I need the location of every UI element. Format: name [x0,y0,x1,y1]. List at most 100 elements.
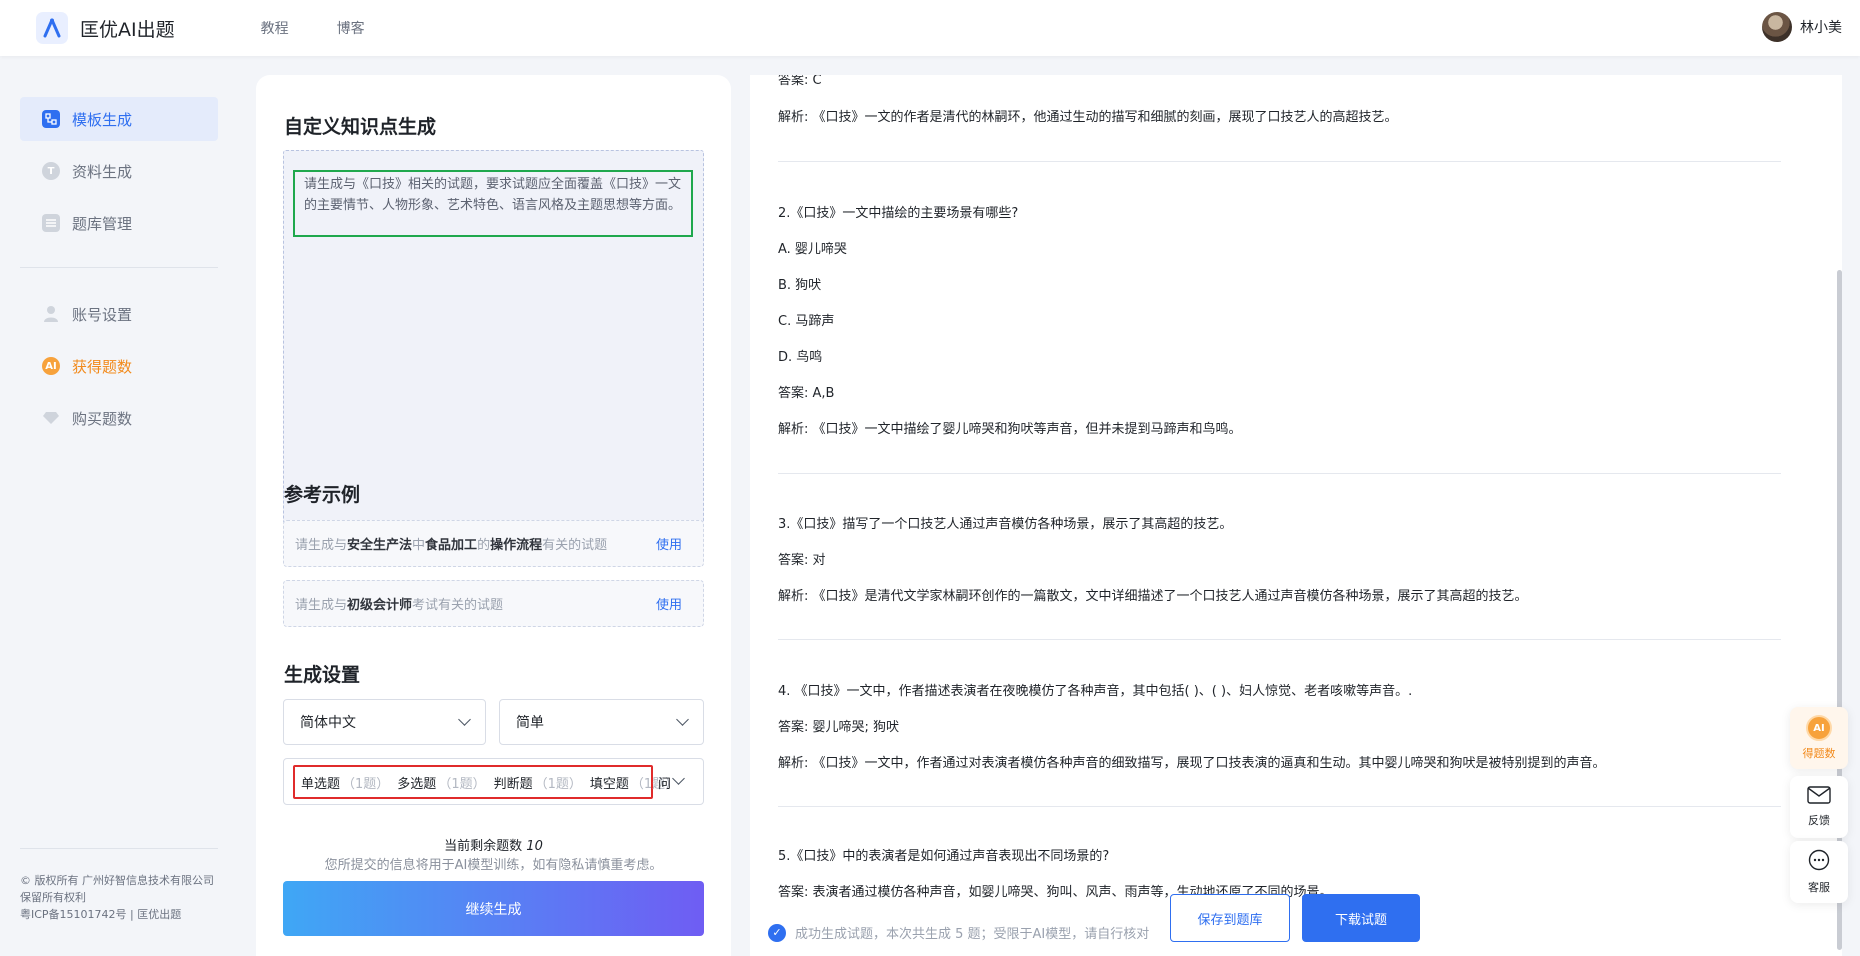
privacy-notice: 您所提交的信息将用于AI模型训练，如有隐私请慎重考虑。 [324,858,663,873]
app-title: 匡优AI出题 [80,18,175,41]
continue-generate-button[interactable]: 继续生成 [283,881,704,936]
q4-answer: 答案: 婴儿啼哭; 狗吠 [778,720,900,735]
top-bar: 匡优AI出题 教程 博客 林小美 [0,0,1860,56]
example-text: 有关的试题 [542,538,608,553]
float-label: 反馈 [1808,814,1830,827]
ai-badge-icon: AI [42,357,60,375]
sidebar-item-label: 获得题数 [72,357,133,376]
example-item-1: 请生成与 安全生产法中食品加工的操作流程 有关的试题 使用 [283,520,704,567]
copyright-text: © 版权所有 广州好智信息技术有限公司 [20,874,214,887]
type-count: （1题） [534,776,582,792]
q2-stem: 2.《口技》一文中描绘的主要场景有哪些? [778,206,1019,221]
q5-stem: 5.《口技》中的表演者是如何通过声音表现出不同场景的? [778,849,1110,864]
document-icon: T [42,162,60,180]
top-nav: 教程 博客 [261,18,413,38]
examples-section-title: 参考示例 [284,484,361,506]
remaining-count: 当前剩余题数 10 [256,835,731,854]
service-float-button[interactable]: 客服 [1790,841,1848,903]
question-type-tags: 单选题 （1题） 多选题 （1题） 判断题 （1题） 填空题 （1题） [293,765,678,799]
sidebar: 模板生成 T 资料生成 题库管理 账号设置 AI 获得题数 购买题数 © 版权所… [0,56,238,956]
sidebar-footer-divider [20,848,218,849]
question-type-select[interactable]: 单选题 （1题） 多选题 （1题） 判断题 （1题） 填空题 （1题） 问 [283,758,704,805]
question-divider [778,639,1781,640]
user-name[interactable]: 林小美 [1800,17,1842,37]
use-example-button[interactable]: 使用 [656,594,682,613]
prompt-input[interactable]: 请生成与《口技》相关的试题，要求试题应全面覆盖《口技》一文的主要情节、人物形象、… [283,150,704,524]
type-count: （1题） [438,776,486,792]
save-to-bank-button[interactable]: 保存到题库 [1170,894,1290,942]
q3-answer: 答案: 对 [778,553,826,568]
sidebar-item-account[interactable]: 账号设置 [20,292,218,336]
example-keyword: 操作流程 [490,538,543,553]
generation-status: ✓ 成功生成试题，本次共生成 5 题；受限于AI模型，请自行核对 [768,923,1149,942]
sidebar-footer: © 版权所有 广州好智信息技术有限公司 保留所有权利 粤ICP备15101742… [20,872,220,923]
mail-icon [1807,786,1831,807]
user-icon [42,305,60,323]
question-divider [778,806,1781,807]
check-circle-icon: ✓ [768,923,786,942]
example-text: 的 [477,538,491,553]
icp-text[interactable]: 粤ICP备15101742号 | 匡优出题 [20,906,220,923]
sidebar-item-template[interactable]: 模板生成 [20,97,218,141]
diamond-icon [42,409,60,427]
q2-option-d: D. 鸟鸣 [778,350,823,365]
q2-analysis: 解析: 《口技》一文中描绘了婴儿啼哭和狗吠等声音，但并未提到马蹄声和鸟鸣。 [778,422,1242,437]
example-item-2: 请生成与 初级会计师 考试有关的试题 使用 [283,580,704,627]
type-name: 多选题 [397,776,437,792]
q2-answer: 答案: A,B [778,386,835,401]
settings-section-title: 生成设置 [284,664,361,686]
remaining-label: 当前剩余题数 [444,839,523,854]
sidebar-item-label: 模板生成 [72,110,133,129]
type-name: 填空题 [589,776,629,792]
float-label: 得题数 [1802,747,1836,760]
nav-blog[interactable]: 博客 [337,18,365,38]
sidebar-divider [20,267,218,268]
type-name: 判断题 [493,776,533,792]
example-keyword: 初级会计师 [347,598,413,613]
sidebar-item-label: 账号设置 [72,305,133,324]
example-keyword: 安全生产法 [347,538,413,553]
avatar[interactable] [1762,12,1792,42]
q4-analysis: 解析: 《口技》一文中，作者通过对表演者模仿各种声音的细致描写，展现了口技表演的… [778,756,1606,771]
rights-text: 保留所有权利 [20,891,86,904]
type-count: （1题） [630,776,679,792]
example-text: 考试有关的试题 [412,598,504,613]
type-name: 单选题 [301,776,341,792]
user-menu[interactable]: 林小美 [1762,12,1842,42]
question-divider [778,473,1781,474]
example-text: 中 [412,538,426,553]
sidebar-item-label: 题库管理 [72,214,133,233]
remaining-value: 10 [526,839,543,854]
q2-option-b: B. 狗吠 [778,278,822,293]
q3-stem: 3.《口技》描写了一个口技艺人通过声音模仿各种场景，展示了其高超的技艺。 [778,517,1233,532]
download-questions-button[interactable]: 下载试题 [1302,894,1420,942]
example-text: 请生成与 [295,538,348,553]
difficulty-select[interactable]: 简单 [499,699,704,745]
q1-answer: 答案: C [778,75,822,88]
sidebar-item-buy-quota[interactable]: 购买题数 [20,396,218,440]
sidebar-item-get-quota[interactable]: AI 获得题数 [20,344,218,388]
question-results-panel[interactable]: 答案: C 解析: 《口技》一文的作者是清代的林嗣环，他通过生动的描写和细腻的刻… [750,75,1842,956]
prompt-text[interactable]: 请生成与《口技》相关的试题，要求试题应全面覆盖《口技》一文的主要情节、人物形象、… [293,170,693,237]
use-example-button[interactable]: 使用 [656,534,682,553]
type-tag-multiple[interactable]: 多选题 （1题） [397,773,485,792]
type-tag-judge[interactable]: 判断题 （1题） [494,773,582,792]
status-text: 成功生成试题，本次共生成 5 题；受限于AI模型，请自行核对 [795,927,1150,942]
sidebar-item-material[interactable]: T 资料生成 [20,149,218,193]
custom-section-title: 自定义知识点生成 [284,116,437,138]
float-label: 客服 [1808,881,1830,894]
app-logo[interactable]: 匡优AI出题 [36,12,175,44]
get-quota-float-button[interactable]: AI 得题数 [1790,707,1848,769]
template-icon [42,110,60,128]
type-tag-single[interactable]: 单选题 （1题） [301,773,389,792]
nav-tutorial[interactable]: 教程 [261,18,289,38]
sidebar-item-question-bank[interactable]: 题库管理 [20,201,218,245]
feedback-float-button[interactable]: 反馈 [1790,776,1848,838]
generation-panel: 自定义知识点生成 请生成与《口技》相关的试题，要求试题应全面覆盖《口技》一文的主… [256,75,731,956]
logo-icon [36,12,68,44]
language-select[interactable]: 简体中文 [283,699,486,745]
sidebar-item-label: 资料生成 [72,162,133,181]
q1-analysis: 解析: 《口技》一文的作者是清代的林嗣环，他通过生动的描写和细腻的刻画，展现了口… [778,110,1398,125]
chevron-down-icon [676,713,689,726]
q4-stem: 4. 《口技》一文中，作者描述表演者在夜晚模仿了各种声音，其中包括( )、( )… [778,684,1413,699]
